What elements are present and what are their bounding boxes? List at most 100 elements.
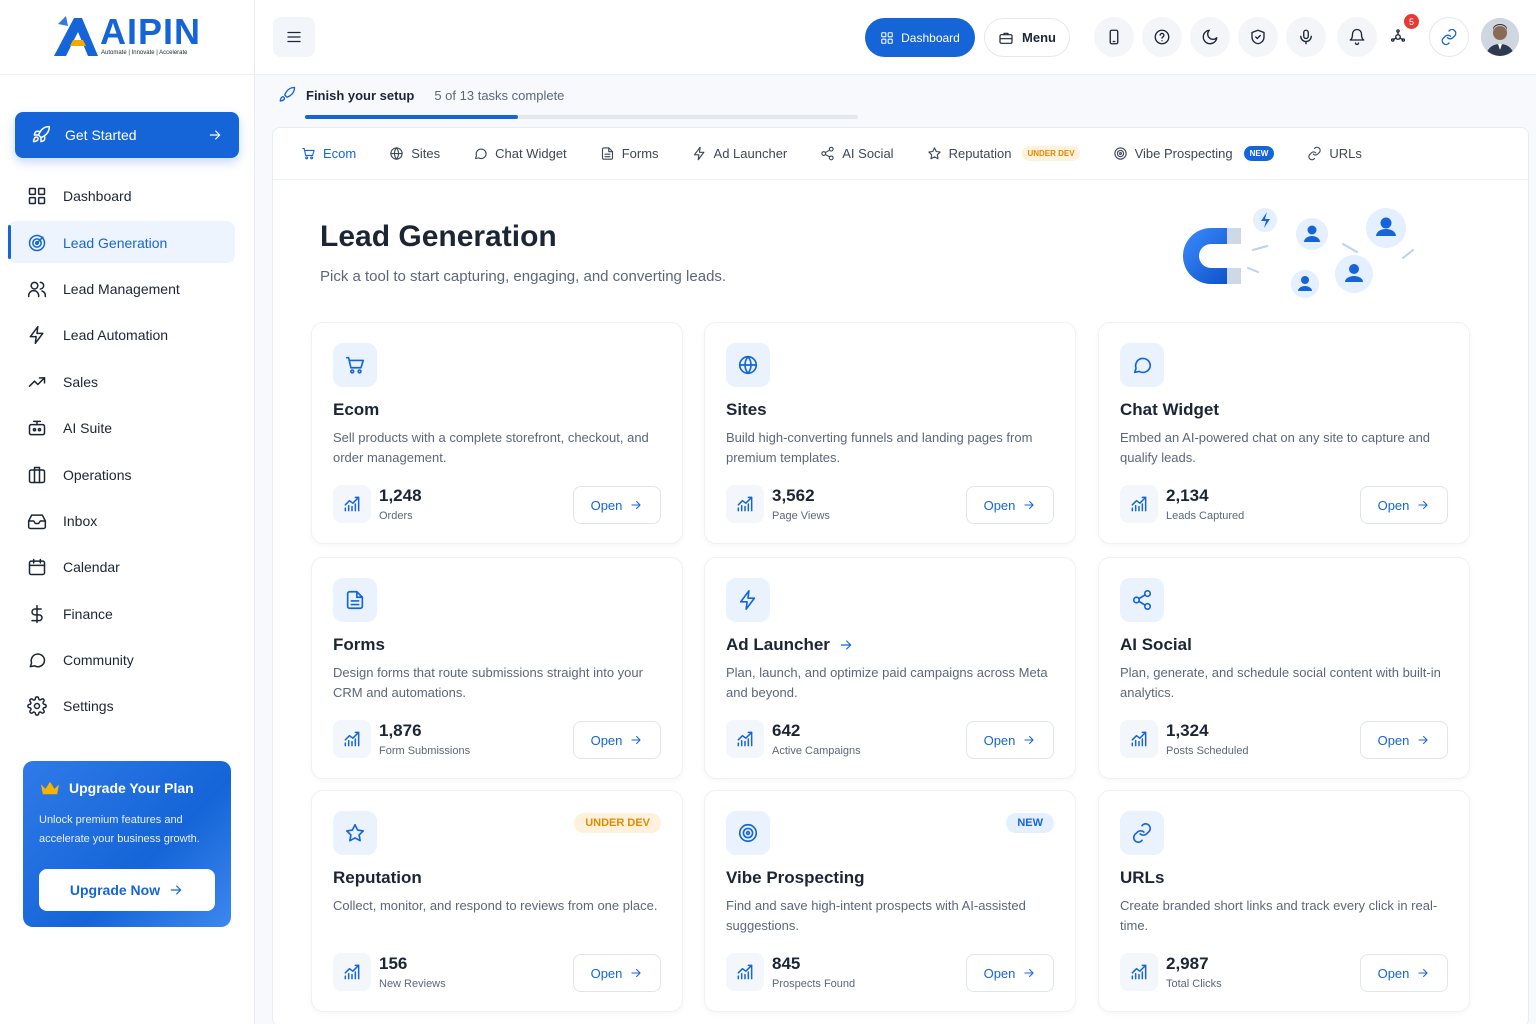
tool-card-reputation[interactable]: UNDER DEV Reputation Collect, monitor, a… [311, 790, 683, 1012]
sidebar-item-inbox[interactable]: Inbox [0, 498, 255, 544]
calendar-icon [28, 559, 46, 576]
globe-icon [390, 147, 403, 160]
tab-chat-widget[interactable]: Chat Widget [473, 146, 567, 161]
tool-card-urls[interactable]: URLs Create branded short links and trac… [1098, 790, 1470, 1012]
stat-value: 2,987 [1166, 954, 1209, 973]
open-button[interactable]: Open [1360, 721, 1448, 759]
open-button[interactable]: Open [573, 954, 661, 992]
grid-icon [881, 31, 893, 44]
tab-forms[interactable]: Forms [600, 146, 659, 161]
building-icon [28, 466, 46, 483]
open-button[interactable]: Open [1360, 954, 1448, 992]
open-button[interactable]: Open [966, 486, 1054, 524]
sidebar-item-calendar[interactable]: Calendar [0, 544, 255, 590]
notification-badge: 5 [1404, 14, 1419, 29]
setup-progress[interactable]: Finish your setup 5 of 13 tasks complete [278, 86, 878, 126]
sidebar-item-label: Community [63, 652, 134, 669]
card-title-text: Chat Widget [1120, 400, 1220, 419]
open-button[interactable]: Open [966, 721, 1054, 759]
menu-button[interactable]: Menu [984, 18, 1070, 57]
open-button[interactable]: Open [1360, 486, 1448, 524]
dollar-icon [31, 604, 43, 623]
card-title: URLs [1120, 868, 1164, 888]
mobile-icon [1109, 29, 1119, 45]
help-button[interactable] [1142, 17, 1182, 57]
tab-ecom[interactable]: Ecom [301, 146, 356, 161]
tab-sites[interactable]: Sites [389, 146, 440, 161]
sidebar-item-ai-suite[interactable]: AI Suite [0, 405, 255, 451]
tab-vibe-prospecting[interactable]: Vibe Prospecting NEW [1113, 146, 1275, 161]
tool-card-vibe-prospecting[interactable]: NEW Vibe Prospecting Find and save high-… [704, 790, 1076, 1012]
tool-card-forms[interactable]: Forms Design forms that route submission… [311, 557, 683, 779]
bolt-icon [29, 326, 44, 345]
open-button-label: Open [1377, 497, 1410, 513]
sidebar-item-sales[interactable]: Sales [0, 359, 255, 405]
star-icon [345, 823, 365, 842]
robot-icon [28, 420, 46, 436]
open-button[interactable]: Open [966, 954, 1054, 992]
tab-ad-launcher[interactable]: Ad Launcher [692, 146, 788, 161]
dashboard-button[interactable]: Dashboard [865, 18, 975, 57]
tool-tabs: Ecom Sites Chat Widget Forms Ad Launcher… [273, 128, 1528, 180]
card-title: Ecom [333, 400, 379, 420]
setup-progress-bar [305, 115, 858, 119]
tab-label: Chat Widget [495, 146, 567, 161]
open-button[interactable]: Open [573, 486, 661, 524]
stat-icon-wrap [333, 720, 371, 758]
sidebar-item-lead-automation[interactable]: Lead Automation [0, 312, 255, 358]
microphone-button[interactable] [1286, 17, 1326, 57]
chart-up-icon [737, 496, 753, 512]
arrow-right-icon [631, 968, 642, 978]
open-button-label: Open [1377, 965, 1410, 981]
tool-card-ai-social[interactable]: AI Social Plan, generate, and schedule s… [1098, 557, 1470, 779]
avatar[interactable] [1481, 18, 1519, 56]
card-description: Collect, monitor, and respond to reviews… [333, 898, 658, 913]
sidebar-item-label: AI Suite [63, 420, 113, 437]
tool-card-chat-widget[interactable]: Chat Widget Embed an AI-powered chat on … [1098, 322, 1470, 544]
sidebar-item-lead-management[interactable]: Lead Management [0, 266, 255, 312]
stat-label: Prospects Found [772, 978, 856, 990]
bolt-icon [739, 590, 756, 610]
chart-up-icon [737, 731, 753, 747]
card-title: Forms [333, 635, 385, 655]
bolt-icon [693, 146, 704, 161]
tab-urls[interactable]: URLs [1307, 146, 1362, 161]
arrow-right-icon [170, 885, 182, 895]
card-icon-wrap [1120, 343, 1164, 387]
stat-icon-wrap [1120, 485, 1158, 523]
sidebar-item-dashboard[interactable]: Dashboard [0, 173, 255, 219]
tool-card-ad-launcher[interactable]: Ad Launcher Plan, launch, and optimize p… [704, 557, 1076, 779]
card-description: Build high-converting funnels and landin… [726, 430, 1033, 465]
integrations-button[interactable] [1429, 17, 1469, 57]
logo[interactable]: AIPIN Automate | Innovate | Accelerate [0, 0, 254, 75]
tool-card-ecom[interactable]: Ecom Sell products with a complete store… [311, 322, 683, 544]
stat-icon-wrap [333, 485, 371, 523]
notifications-button[interactable] [1337, 17, 1377, 57]
theme-toggle-button[interactable] [1190, 17, 1230, 57]
security-button[interactable] [1238, 17, 1278, 57]
menu-toggle-button[interactable] [273, 17, 315, 57]
tab-label: Ad Launcher [713, 146, 788, 161]
upgrade-description: Unlock premium features and accelerate y… [39, 814, 200, 845]
mobile-button[interactable] [1094, 17, 1134, 57]
sidebar-item-settings[interactable]: Settings [0, 683, 255, 729]
sidebar-item-operations[interactable]: Operations [0, 451, 255, 497]
stat-label: Page Views [772, 510, 830, 522]
sidebar-item-label: Inbox [63, 512, 98, 529]
tab-reputation[interactable]: Reputation UNDER DEV [927, 146, 1080, 161]
tab-ai-social[interactable]: AI Social [820, 146, 894, 161]
card-icon-wrap [726, 343, 770, 387]
open-button[interactable]: Open [573, 721, 661, 759]
tool-card-sites[interactable]: Sites Build high-converting funnels and … [704, 322, 1076, 544]
sidebar-item-label: Finance [63, 605, 113, 622]
upgrade-now-button[interactable]: Upgrade Now [39, 869, 215, 911]
sidebar: AIPIN Automate | Innovate | Accelerate G… [0, 0, 255, 1024]
sidebar-item-community[interactable]: Community [0, 637, 255, 683]
sidebar-item-finance[interactable]: Finance [0, 591, 255, 637]
chat-icon [29, 653, 46, 668]
tab-label: Forms [621, 146, 659, 161]
open-button-label: Open [1377, 732, 1410, 748]
connections-button[interactable]: 5 [1378, 14, 1419, 57]
sidebar-item-lead-generation[interactable]: Lead Generation [0, 219, 255, 265]
get-started-button[interactable]: Get Started [15, 112, 239, 158]
